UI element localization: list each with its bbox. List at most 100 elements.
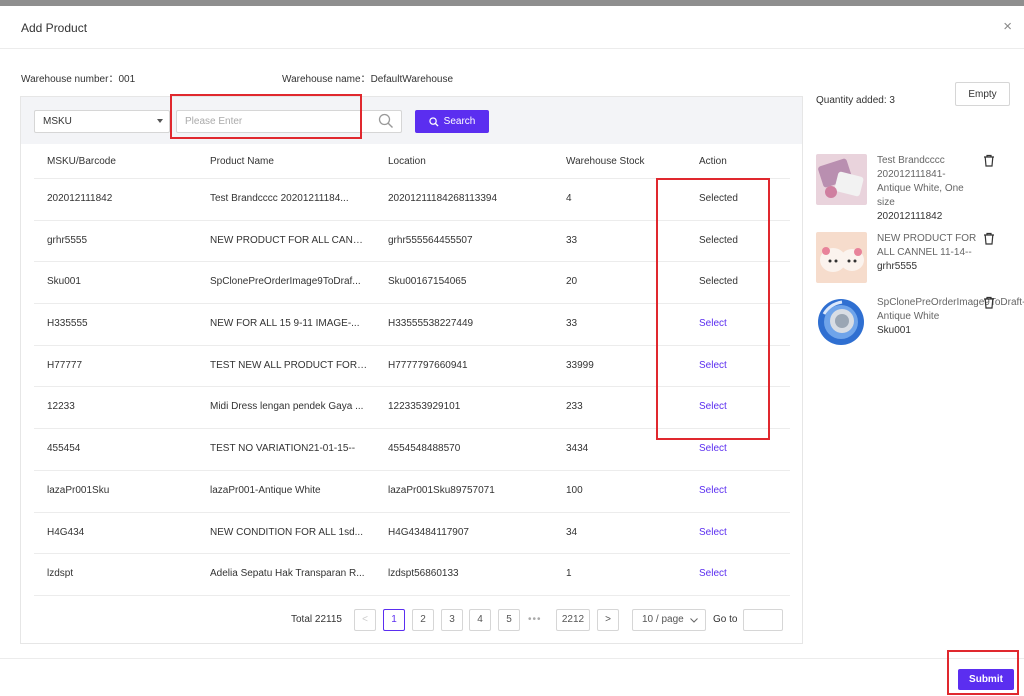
table-row: H77777 TEST NEW ALL PRODUCT FOR ... H777… bbox=[34, 346, 790, 388]
cell-stock: 100 bbox=[566, 484, 583, 496]
select-link[interactable]: Select bbox=[699, 568, 759, 579]
table-row: 202012111842 Test Brandcccc 20201211184.… bbox=[34, 179, 790, 221]
table-row: lzdspt Adelia Sepatu Hak Transparan R...… bbox=[34, 554, 790, 596]
dialog-title: Add Product bbox=[21, 21, 88, 35]
table-row: lazaPr001Sku lazaPr001-Antique White laz… bbox=[34, 471, 790, 513]
added-item-details: SpClonePreOrderImage9ToDraft-Antique Whi… bbox=[877, 296, 1024, 338]
quantity-added: Quantity added: 3 bbox=[816, 95, 895, 106]
product-thumbnail bbox=[816, 232, 867, 283]
product-list-panel: MSKU Search MSKU/Barcode Product Name Lo… bbox=[20, 96, 803, 644]
cell-stock: 34 bbox=[566, 526, 578, 538]
cell-location: 20201211184268113394 bbox=[388, 193, 498, 204]
search-bar: MSKU Search bbox=[21, 97, 802, 144]
search-button[interactable]: Search bbox=[415, 110, 489, 133]
search-icon bbox=[428, 116, 439, 127]
select-link[interactable]: Select bbox=[699, 360, 759, 371]
page-1-button[interactable]: 1 bbox=[383, 609, 405, 631]
cell-product-name: Adelia Sepatu Hak Transparan R... bbox=[210, 568, 365, 580]
cell-location: H4G43484117907 bbox=[388, 526, 469, 538]
added-item-name: NEW PRODUCT FOR ALL CANNEL 11-14-- bbox=[877, 233, 977, 258]
search-button-label: Search bbox=[443, 116, 476, 127]
page-5-button[interactable]: 5 bbox=[498, 609, 520, 631]
dialog-header: Add Product × bbox=[0, 6, 1024, 49]
warehouse-number: Warehouse number：001 bbox=[21, 70, 135, 85]
page-4-button[interactable]: 4 bbox=[469, 609, 491, 631]
page-3-button[interactable]: 3 bbox=[441, 609, 463, 631]
product-thumbnail bbox=[816, 296, 867, 347]
cell-stock: 33 bbox=[566, 234, 578, 246]
cell-stock: 4 bbox=[566, 193, 572, 204]
col-header-product-name: Product Name bbox=[210, 156, 274, 167]
footer-divider bbox=[0, 658, 1024, 659]
product-thumbnail bbox=[816, 154, 867, 205]
cell-location: grhr555564455507 bbox=[388, 234, 473, 246]
cell-product-name: Test Brandcccc 20201211184... bbox=[210, 193, 349, 204]
select-link[interactable]: Select bbox=[699, 401, 759, 412]
table-row: H4G434 NEW CONDITION FOR ALL 1sd... H4G4… bbox=[34, 513, 790, 555]
select-link[interactable]: Select bbox=[699, 527, 759, 538]
cell-location: 4554548488570 bbox=[388, 443, 461, 455]
empty-button[interactable]: Empty bbox=[955, 82, 1010, 106]
cell-product-name: NEW FOR ALL 15 9-11 IMAGE-... bbox=[210, 318, 360, 330]
cell-stock: 33 bbox=[566, 318, 578, 330]
added-item-sku: grhr5555 bbox=[877, 261, 918, 272]
cell-msku: Sku001 bbox=[47, 276, 81, 288]
cell-stock: 233 bbox=[566, 401, 583, 413]
page-size-select[interactable]: 10 / page bbox=[632, 609, 706, 631]
table-row: grhr5555 NEW PRODUCT FOR ALL CANN... grh… bbox=[34, 221, 790, 263]
cell-msku: lzdspt bbox=[47, 568, 74, 580]
cell-product-name: NEW PRODUCT FOR ALL CANN... bbox=[210, 234, 368, 246]
warehouse-number-label: Warehouse number： bbox=[21, 74, 119, 85]
trash-icon[interactable] bbox=[983, 296, 995, 309]
added-item-details: NEW PRODUCT FOR ALL CANNEL 11-14-- grhr5… bbox=[877, 232, 977, 274]
trash-icon[interactable] bbox=[983, 154, 995, 167]
goto-label: Go to bbox=[713, 614, 738, 625]
pagination-total: Total 22115 bbox=[291, 614, 342, 625]
added-item-sku: 202012111842 bbox=[877, 211, 943, 222]
cell-stock: 20 bbox=[566, 276, 578, 288]
caret-down-icon bbox=[157, 119, 163, 123]
cell-msku: 455454 bbox=[47, 443, 81, 455]
goto-page-input[interactable] bbox=[743, 609, 783, 631]
cell-msku: lazaPr001Sku bbox=[47, 484, 110, 496]
chevron-down-icon bbox=[690, 618, 698, 623]
cell-product-name: TEST NO VARIATION21-01-15-- bbox=[210, 443, 356, 455]
table-row: 12233 Midi Dress lengan pendek Gaya ... … bbox=[34, 387, 790, 430]
cell-msku: H4G434 bbox=[47, 526, 85, 538]
submit-button[interactable]: Submit bbox=[958, 669, 1014, 690]
trash-icon[interactable] bbox=[983, 232, 995, 245]
col-header-location: Location bbox=[388, 156, 426, 167]
selected-label: Selected bbox=[699, 234, 738, 246]
page-2-button[interactable]: 2 bbox=[412, 609, 434, 631]
cell-product-name: TEST NEW ALL PRODUCT FOR ... bbox=[210, 359, 368, 371]
cell-location: Sku00167154065 bbox=[388, 276, 467, 288]
selected-label: Selected bbox=[699, 276, 738, 288]
last-page-button[interactable]: 2212 bbox=[556, 609, 590, 631]
select-link[interactable]: Select bbox=[699, 443, 759, 454]
next-page-button[interactable]: > bbox=[597, 609, 619, 631]
warehouse-name-value: DefaultWarehouse bbox=[370, 74, 454, 85]
cell-stock: 3434 bbox=[566, 443, 589, 455]
warehouse-name-label: Warehouse name： bbox=[282, 74, 371, 85]
select-link[interactable]: Select bbox=[699, 485, 759, 496]
prev-page-button[interactable]: < bbox=[354, 609, 376, 631]
search-icon[interactable] bbox=[378, 113, 394, 129]
table-header: MSKU/Barcode Product Name Location Wareh… bbox=[34, 149, 790, 179]
search-field-select[interactable]: MSKU bbox=[34, 110, 170, 133]
cell-msku: H77777 bbox=[47, 359, 83, 371]
added-item-details: Test Brandcccc 202012111841-Antique Whit… bbox=[877, 154, 977, 224]
page-size-value: 10 / page bbox=[642, 614, 684, 625]
col-header-msku: MSKU/Barcode bbox=[47, 156, 116, 167]
cell-product-name: NEW CONDITION FOR ALL 1sd... bbox=[210, 526, 363, 538]
added-item-sku: Sku001 bbox=[877, 325, 911, 336]
cell-location: H33555538227449 bbox=[388, 318, 474, 330]
cell-msku: 12233 bbox=[47, 401, 75, 413]
table-row: Sku001 SpClonePreOrderImage9ToDraf... Sk… bbox=[34, 262, 790, 305]
select-link[interactable]: Select bbox=[699, 318, 759, 329]
warehouse-name: Warehouse name：DefaultWarehouse bbox=[282, 70, 453, 85]
search-input[interactable] bbox=[176, 110, 402, 133]
close-icon[interactable]: × bbox=[1003, 19, 1012, 34]
cell-location: lzdspt56860133 bbox=[388, 568, 459, 580]
pagination-ellipsis[interactable]: ••• bbox=[528, 614, 542, 625]
added-item-name: Test Brandcccc 202012111841-Antique Whit… bbox=[877, 155, 964, 208]
